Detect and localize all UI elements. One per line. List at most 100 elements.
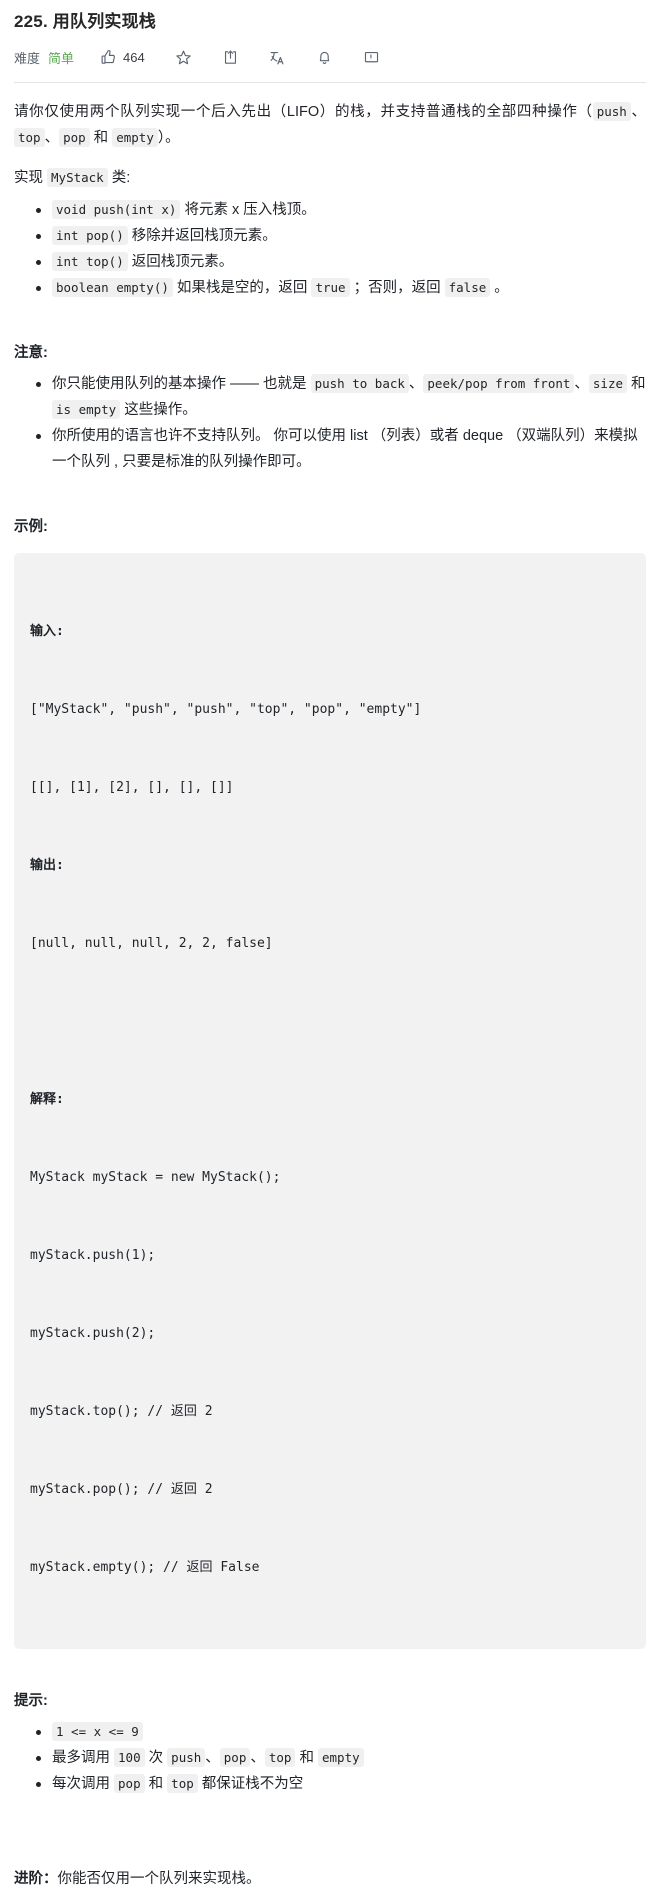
block-gap (30, 1009, 630, 1035)
example-output-line-1: [null, null, null, 2, 2, false] (30, 936, 273, 951)
example-explain-line: MyStack myStack = new MyStack(); (30, 1170, 281, 1185)
list-item: 最多调用 100 次 push、 pop、 top 和 empty (36, 1745, 646, 1771)
share-icon[interactable] (222, 49, 239, 66)
hint-3-and: 和 (144, 1776, 168, 1792)
note-1-sep-1: 、 (408, 376, 424, 392)
inline-code-push: push (592, 102, 631, 121)
hint-2-and: 和 (295, 1750, 318, 1766)
method-signature-pop: int pop() (52, 226, 128, 245)
desc-text-1: 请你仅使用两个队列实现一个后入先出（LIFO）的栈，并支持普通栈的全部四种操作（ (14, 104, 593, 120)
hint-2-sep-1: 、 (205, 1750, 220, 1766)
inline-code-x-range: 1 <= x <= 9 (52, 1722, 143, 1741)
problem-content: 请你仅使用两个队列实现一个后入先出（LIFO）的栈，并支持普通栈的全部四种操作（… (14, 83, 646, 1892)
method-signature-push: void push(int x) (52, 200, 181, 219)
inline-code-false: false (444, 278, 491, 297)
example-input-line-1: ["MyStack", "push", "push", "top", "pop"… (30, 702, 422, 717)
method-desc-pop: 移除并返回栈顶元素。 (127, 228, 277, 244)
example-explain-line: myStack.push(1); (30, 1248, 156, 1263)
inline-code-pop: pop (59, 128, 90, 147)
inline-code-size: size (588, 374, 628, 393)
inline-code-top-hint-2: top (167, 1774, 198, 1793)
desc-text-end: ）。 (157, 130, 180, 146)
desc-and-1: 和 (89, 130, 113, 146)
hint-2-pre: 最多调用 (52, 1750, 115, 1766)
method-desc-push: 将元素 x 压入栈顶。 (180, 202, 316, 218)
inline-code-push-to-back: push to back (310, 374, 409, 393)
list-item: 你只能使用队列的基本操作 —— 也就是 push to back、 peek/po… (36, 371, 646, 423)
impl-text-post: 类: (107, 170, 131, 186)
inline-code-push-hint: push (167, 1748, 206, 1767)
method-signature-empty: boolean empty() (52, 278, 173, 297)
list-item: 1 <= x <= 9 (36, 1719, 646, 1745)
translate-icon[interactable] (269, 49, 286, 66)
method-desc-empty-pre: 如果栈是空的，返回 (172, 280, 312, 296)
inline-code-top-hint: top (264, 1748, 296, 1767)
example-code-block: 输入: ["MyStack", "push", "push", "top", "… (14, 553, 646, 1649)
note-1-post: 这些操作。 (120, 402, 197, 418)
methods-list: void push(int x) 将元素 x 压入栈顶。 int pop() 移… (14, 197, 646, 301)
desc-sep-1: 、 (630, 104, 647, 120)
thumbs-up-icon[interactable] (100, 49, 117, 66)
difficulty-label: 难度 (14, 50, 41, 66)
example-explain-line: myStack.top(); // 返回 2 (30, 1404, 213, 1419)
description-paragraph-2: 实现 MyStack 类: (14, 165, 646, 191)
impl-text-pre: 实现 (14, 170, 48, 186)
inline-code-top: top (14, 128, 45, 147)
example-input-label: 输入: (30, 624, 64, 639)
method-desc-empty-mid: ；否则，返回 (349, 280, 445, 296)
list-item: 你所使用的语言也许不支持队列。 你可以使用 list （列表）或者 deque … (36, 423, 646, 475)
page-title: 225. 用队列实现栈 (14, 12, 157, 31)
notes-heading: 注意: (14, 345, 48, 361)
problem-page: 225. 用队列实现栈 难度 简单 464 请你仅使用两个队列实现一个后入先出（… (0, 0, 660, 1892)
example-heading: 示例: (14, 519, 48, 535)
example-input-line-2: [[], [1], [2], [], [], []] (30, 780, 234, 795)
method-signature-top: int top() (52, 252, 128, 271)
description-paragraph-1: 请你仅使用两个队列实现一个后入先出（LIFO）的栈，并支持普通栈的全部四种操作（… (14, 99, 646, 151)
example-output-label: 输出: (30, 858, 64, 873)
followup-text: 你能否仅用一个队列来实现栈。 (57, 1870, 261, 1887)
comment-icon[interactable] (363, 49, 380, 66)
hint-3-post: 都保证栈不为空 (197, 1776, 304, 1792)
star-icon[interactable] (175, 49, 192, 66)
followup-paragraph: 进阶：你能否仅用一个队列来实现栈。 (14, 1866, 646, 1892)
desc-sep-2: 、 (44, 130, 60, 146)
note-1-pre: 你只能使用队列的基本操作 —— 也就是 (52, 376, 311, 392)
followup-label: 进阶： (14, 1870, 58, 1887)
hint-3-pre: 每次调用 (52, 1776, 115, 1792)
hint-2-sep-2: 、 (250, 1750, 265, 1766)
list-item: 每次调用 pop 和 top 都保证栈不为空 (36, 1771, 646, 1797)
list-item: void push(int x) 将元素 x 压入栈顶。 (36, 197, 646, 223)
notes-list: 你只能使用队列的基本操作 —— 也就是 push to back、 peek/po… (14, 371, 646, 475)
problem-meta-row: 难度 简单 464 (14, 40, 646, 74)
hints-heading: 提示: (14, 1693, 48, 1709)
example-explain-line: myStack.push(2); (30, 1326, 156, 1341)
inline-code-mystack: MyStack (47, 168, 108, 187)
example-explain-label: 解释: (30, 1092, 64, 1107)
bell-icon[interactable] (316, 49, 333, 66)
method-desc-empty-post: 。 (490, 280, 509, 296)
hints-list: 1 <= x <= 9 最多调用 100 次 push、 pop、 top 和 em… (14, 1719, 646, 1797)
example-explain-line: myStack.empty(); // 返回 False (30, 1560, 260, 1575)
likes-group[interactable]: 464 (100, 49, 145, 66)
inline-code-pop-hint: pop (219, 1748, 251, 1767)
inline-code-100: 100 (114, 1748, 145, 1767)
inline-code-is-empty: is empty (52, 400, 121, 419)
list-item: boolean empty() 如果栈是空的，返回 true ；否则，返回 fa… (36, 275, 646, 301)
example-explain-line: myStack.pop(); // 返回 2 (30, 1482, 213, 1497)
note-1-and: 和 (627, 376, 646, 392)
method-desc-top: 返回栈顶元素。 (127, 254, 234, 270)
list-item: int top() 返回栈顶元素。 (36, 249, 646, 275)
inline-code-peek-pop-from-front: peek/pop from front (423, 374, 575, 393)
hint-2-mid: 次 (144, 1750, 168, 1766)
likes-count: 464 (123, 49, 145, 65)
note-1-sep-2: 、 (574, 376, 589, 392)
inline-code-pop-hint-2: pop (114, 1774, 145, 1793)
difficulty-value: 简单 (48, 50, 75, 66)
note-2-text: 你所使用的语言也许不支持队列。 你可以使用 list （列表）或者 deque … (52, 428, 638, 470)
inline-code-empty-hint: empty (318, 1748, 364, 1767)
